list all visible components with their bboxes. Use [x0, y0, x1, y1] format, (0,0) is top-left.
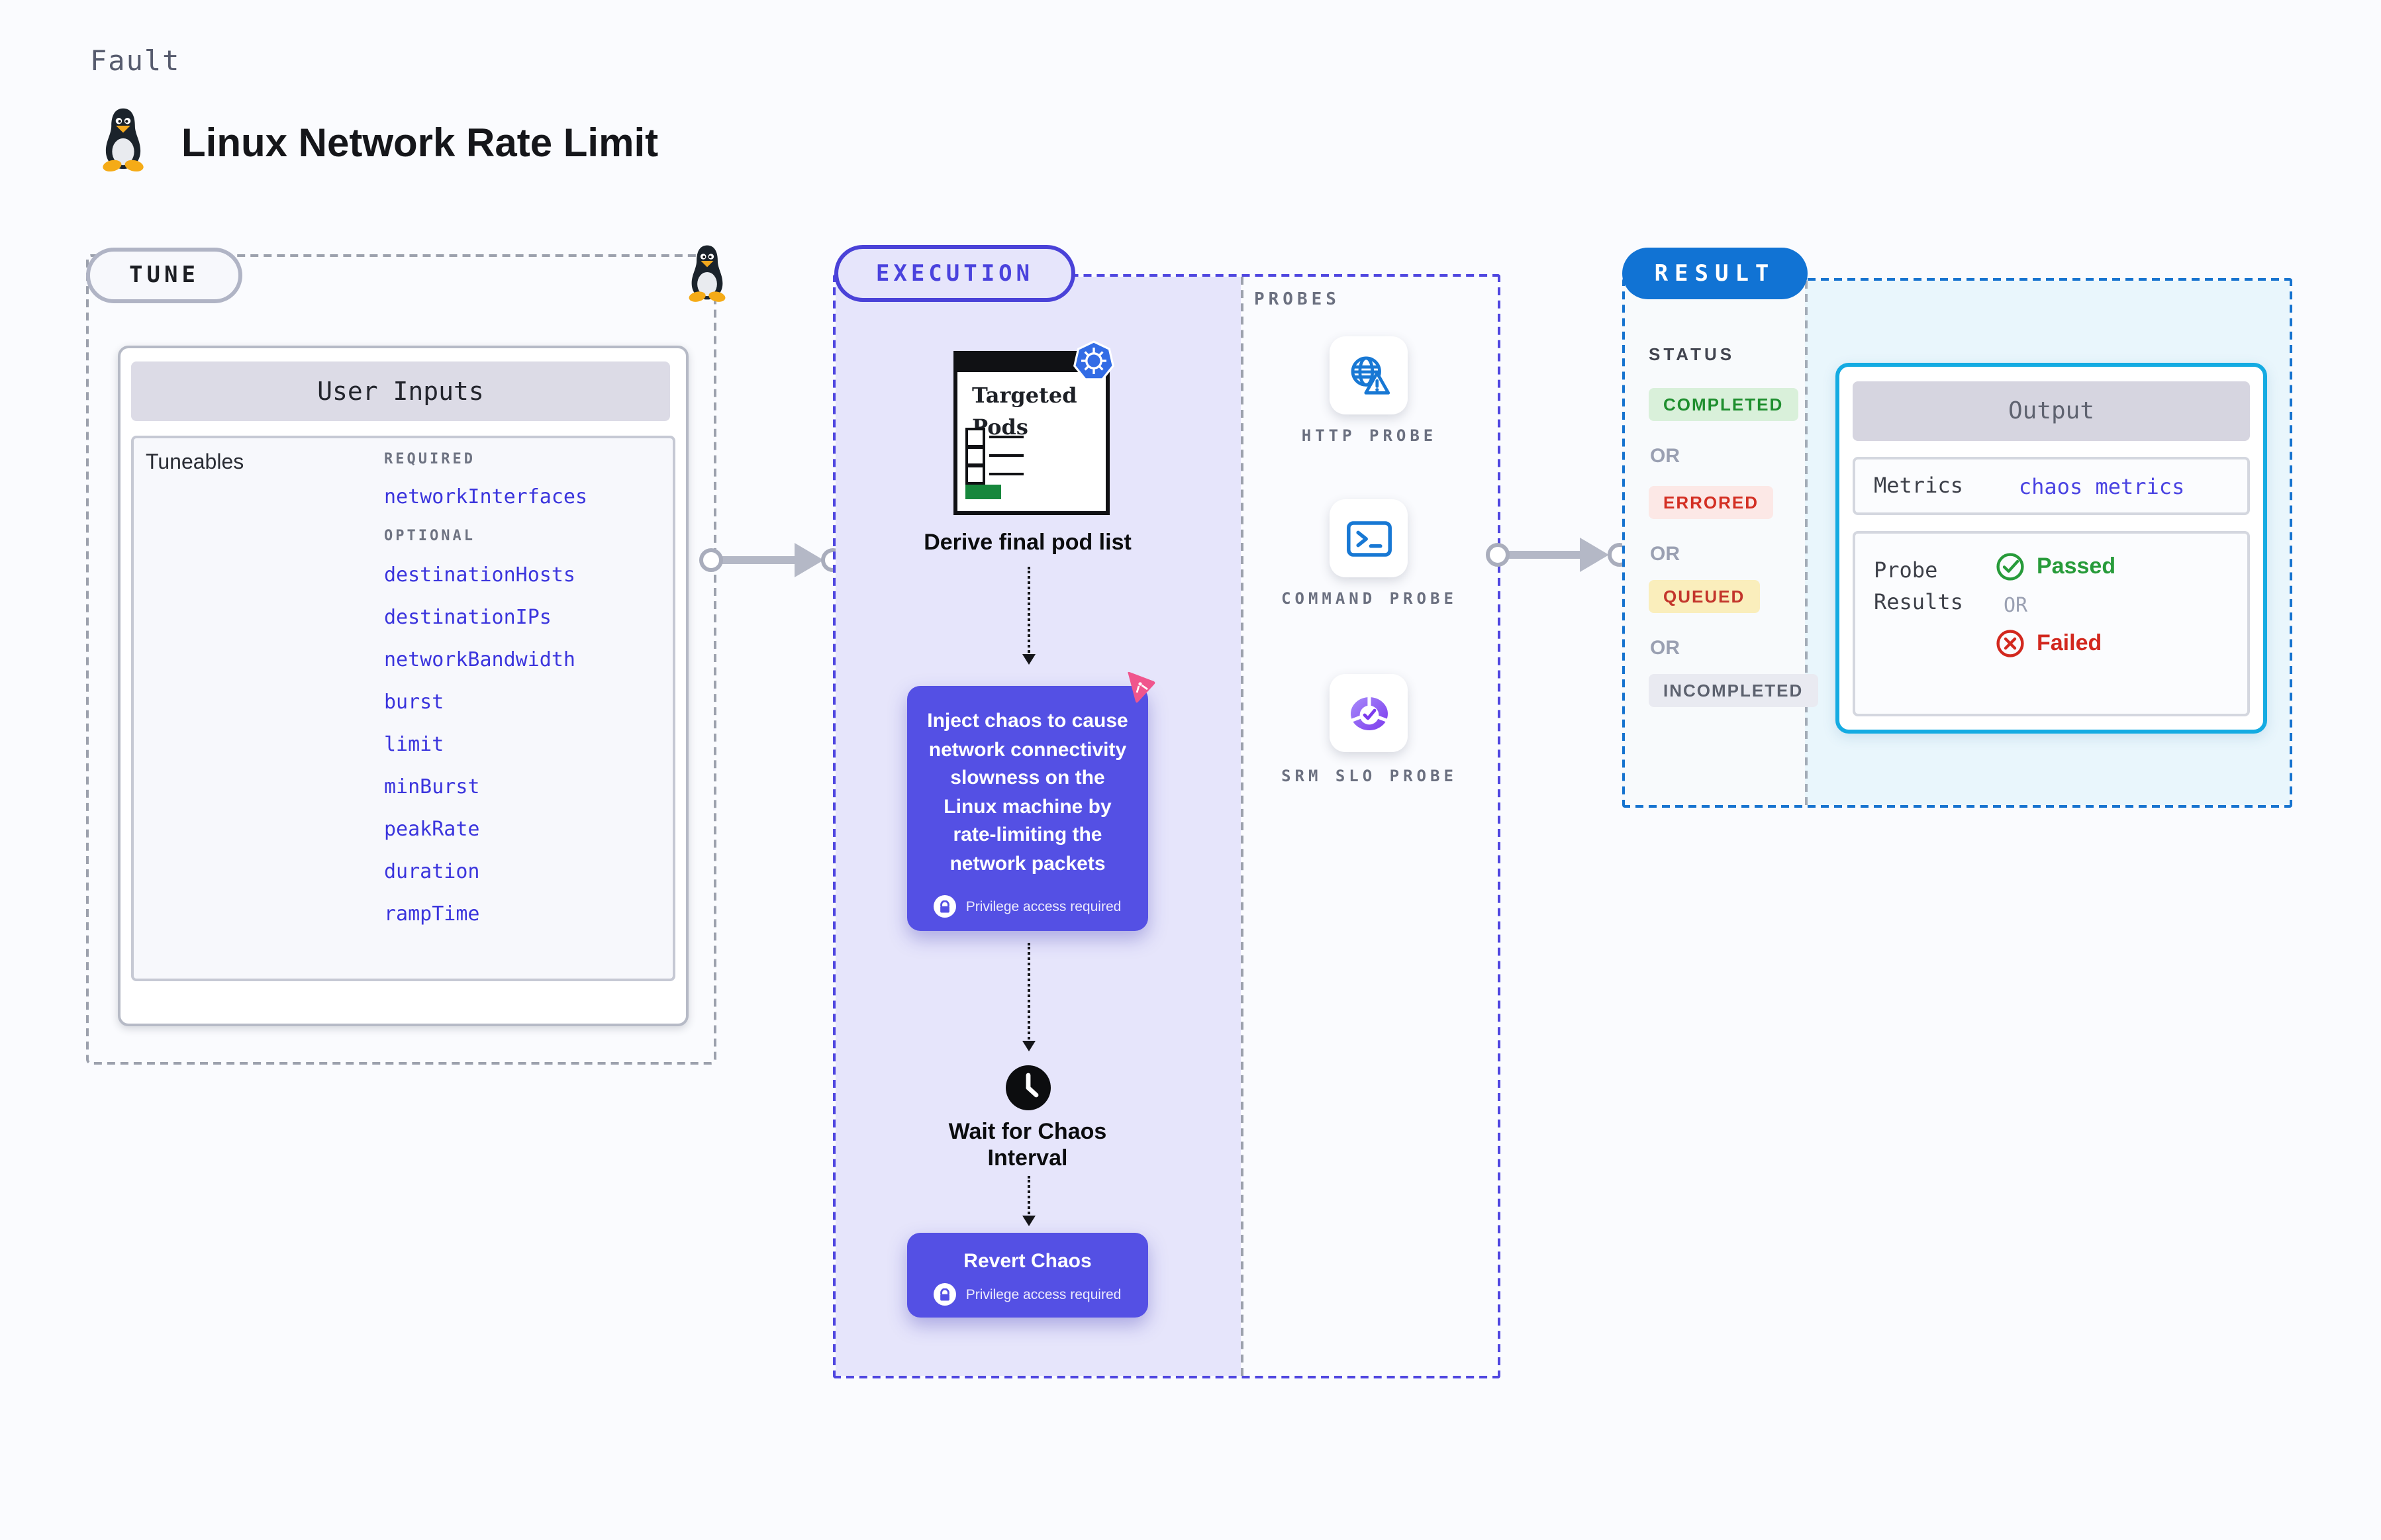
tuneable-link-destinationIPs[interactable]: destinationIPs — [384, 605, 662, 629]
privilege-required-label: Privilege access required — [965, 898, 1122, 914]
flow-arrow — [1022, 1176, 1036, 1226]
output-header: Output — [1853, 381, 2250, 441]
lock-icon — [934, 895, 957, 918]
status-badge-incompleted: INCOMPLETED — [1649, 674, 1818, 707]
lock-icon — [934, 1283, 957, 1306]
inject-chaos-step: Inject chaos to cause network connectivi… — [907, 686, 1148, 931]
metrics-label: Metrics — [1874, 473, 1963, 498]
flow-arrow — [1022, 943, 1036, 1051]
http-probe-label: HTTP PROBE — [1301, 426, 1437, 445]
user-inputs-title: User Inputs — [317, 377, 484, 406]
command-probe-label: COMMAND PROBE — [1281, 589, 1457, 608]
result-separator — [1805, 281, 1808, 805]
check-circle-icon — [1996, 553, 2024, 581]
privilege-required-row: Privilege access required — [907, 1283, 1148, 1306]
tuneable-link-burst[interactable]: burst — [384, 690, 662, 714]
tuneables-label: Tuneables — [146, 452, 244, 474]
probe-results-row: Probe Results Passed OR Failed — [1853, 531, 2250, 716]
passed-row: Passed — [1996, 552, 2115, 581]
passed-label: Passed — [2037, 553, 2116, 579]
pod-checkbox — [965, 428, 985, 448]
tuneable-link-limit[interactable]: limit — [384, 732, 662, 756]
probes-separator — [1241, 277, 1243, 1376]
or-label: OR — [1650, 543, 1680, 565]
tuneable-link-minBurst[interactable]: minBurst — [384, 775, 662, 798]
failed-label: Failed — [2037, 630, 2102, 655]
optional-label: OPTIONAL — [384, 527, 475, 544]
or-label: OR — [1650, 637, 1680, 659]
tuneable-link-networkBandwidth[interactable]: networkBandwidth — [384, 648, 662, 671]
wait-for-chaos-label: Wait for Chaos Interval — [922, 1119, 1134, 1172]
probe-results-label: Probe Results — [1874, 557, 1963, 614]
chaos-fault-icon — [1128, 671, 1155, 703]
tuneable-link-duration[interactable]: duration — [384, 859, 662, 883]
fault-eyebrow: Fault — [90, 45, 181, 77]
command-probe-card — [1330, 499, 1408, 577]
privilege-required-row: Privilege access required — [907, 895, 1148, 918]
status-badge-errored: ERRORED — [1649, 486, 1774, 519]
pod-checkbox — [965, 446, 985, 466]
result-badge: RESULT — [1622, 248, 1808, 299]
status-badge-completed: COMPLETED — [1649, 388, 1798, 421]
output-title: Output — [2008, 397, 2095, 425]
or-label: OR — [1650, 445, 1680, 467]
linux-tux-corner-icon — [689, 245, 726, 302]
privilege-required-label: Privilege access required — [965, 1286, 1122, 1302]
user-inputs-header: User Inputs — [131, 361, 670, 421]
flow-arrow — [1022, 567, 1036, 665]
derive-pod-list-label: Derive final pod list — [924, 530, 1132, 555]
or-label: OR — [2004, 593, 2028, 617]
tuneable-link-destinationHosts[interactable]: destinationHosts — [384, 563, 662, 587]
slo-gauge-icon — [1350, 695, 1387, 730]
wait-label-line2: Interval — [987, 1145, 1068, 1171]
terminal-icon — [1346, 520, 1391, 556]
targeted-pods-title-line2: Pods — [972, 414, 1028, 440]
x-circle-icon — [1996, 630, 2024, 657]
tuneable-link-networkInterfaces[interactable]: networkInterfaces — [384, 485, 662, 508]
clock-icon — [1006, 1065, 1051, 1110]
failed-row: Failed — [1996, 629, 2115, 658]
tuneable-link-rampTime[interactable]: rampTime — [384, 902, 662, 926]
wait-label-line1: Wait for Chaos — [948, 1119, 1107, 1144]
required-label: REQUIRED — [384, 450, 475, 467]
tune-badge-label: TUNE — [129, 262, 199, 289]
globe-alert-icon — [1350, 356, 1390, 395]
http-probe-card — [1330, 336, 1408, 414]
kubernetes-icon — [1073, 340, 1114, 381]
execution-badge: EXECUTION — [834, 245, 1075, 302]
tune-badge: TUNE — [86, 248, 242, 303]
metrics-row: Metrics chaos metrics — [1853, 457, 2250, 515]
execution-badge-label: EXECUTION — [875, 260, 1034, 287]
srm-slo-probe-card — [1330, 674, 1408, 752]
page-title: Linux Network Rate Limit — [181, 122, 659, 166]
pod-progress-bar — [965, 485, 1001, 499]
srm-slo-probe-label: SRM SLO PROBE — [1281, 767, 1457, 785]
chaos-metrics-link[interactable]: chaos metrics — [2019, 473, 2184, 499]
probes-section-label: PROBES — [1254, 290, 1340, 310]
targeted-pods-title-line1: Targeted — [972, 383, 1077, 408]
pod-checkbox — [965, 465, 985, 485]
probe-results-values: Passed OR Failed — [1996, 552, 2115, 714]
revert-chaos-label: Revert Chaos — [963, 1250, 1092, 1273]
linux-tux-icon — [103, 108, 144, 172]
revert-chaos-step: Revert Chaos Privilege access required — [907, 1233, 1148, 1318]
result-badge-label: RESULT — [1654, 260, 1776, 287]
fault-diagram: Fault Linux Network Rate Limit TUNE User… — [0, 0, 2381, 1540]
status-label: STATUS — [1649, 344, 1735, 364]
tuneable-link-peakRate[interactable]: peakRate — [384, 817, 662, 841]
status-badge-queued: QUEUED — [1649, 580, 1760, 613]
output-card: Output Metrics chaos metrics Probe Resul… — [1835, 363, 2267, 734]
inject-chaos-text: Inject chaos to cause network connectivi… — [927, 710, 1128, 875]
tuneables-list: REQUIRED networkInterfaces OPTIONAL dest… — [384, 450, 662, 926]
